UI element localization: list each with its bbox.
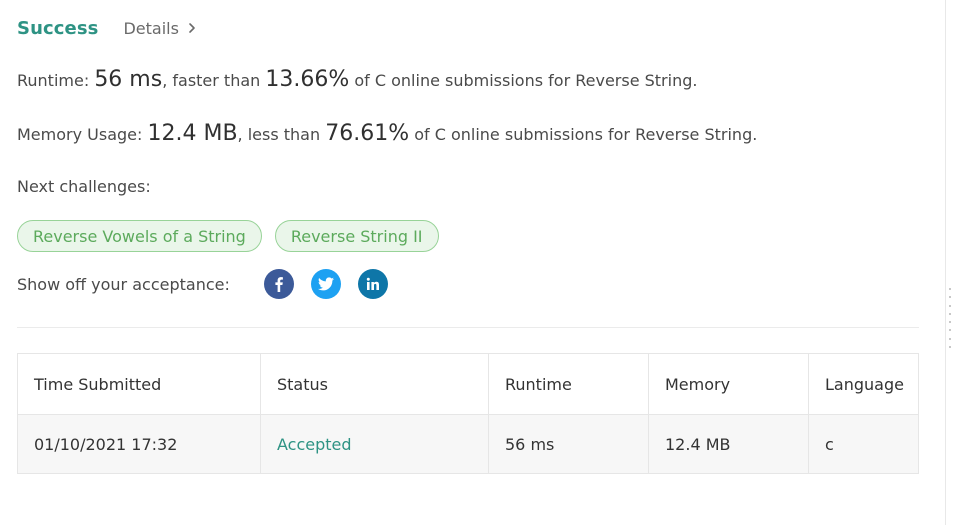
next-challenges-label: Next challenges: bbox=[17, 177, 151, 196]
submissions-table: Time Submitted Status Runtime Memory Lan… bbox=[17, 353, 919, 474]
submission-result-panel: Success Details Runtime: 56 ms, faster t… bbox=[0, 0, 955, 525]
twitter-share-button[interactable] bbox=[310, 269, 341, 299]
cell-runtime: 56 ms bbox=[489, 415, 649, 473]
memory-percent: 76.61% bbox=[325, 121, 410, 146]
twitter-icon bbox=[317, 277, 334, 291]
cell-language: c bbox=[825, 434, 834, 454]
header-status: Status bbox=[261, 354, 489, 414]
result-header: Success Details bbox=[17, 15, 197, 41]
header-runtime: Runtime bbox=[489, 354, 649, 414]
runtime-value: 56 ms bbox=[94, 67, 163, 92]
runtime-prefix: Runtime: bbox=[17, 71, 95, 90]
header-memory: Memory bbox=[649, 354, 809, 414]
memory-stat: Memory Usage: 12.4 MB, less than 76.61% … bbox=[17, 121, 757, 146]
runtime-mid: , faster than bbox=[162, 71, 266, 90]
table-header-row: Time Submitted Status Runtime Memory Lan… bbox=[18, 354, 918, 415]
cell-memory: 12.4 MB bbox=[649, 415, 809, 473]
status-title: Success bbox=[17, 17, 99, 39]
resize-handle[interactable] bbox=[949, 288, 953, 348]
facebook-share-button[interactable] bbox=[263, 269, 294, 299]
details-link[interactable]: Details bbox=[123, 19, 196, 38]
header-time-submitted: Time Submitted bbox=[18, 354, 261, 414]
cell-time-submitted: 01/10/2021 17:32 bbox=[18, 415, 261, 473]
share-row: Show off your acceptance: bbox=[17, 268, 388, 300]
share-label: Show off your acceptance: bbox=[17, 274, 230, 294]
header-language: Language bbox=[825, 374, 904, 394]
memory-prefix: Memory Usage: bbox=[17, 125, 148, 144]
chevron-right-icon bbox=[189, 23, 195, 33]
memory-suffix: of C online submissions for Reverse Stri… bbox=[409, 125, 758, 144]
section-divider bbox=[17, 327, 919, 328]
cell-status: Accepted bbox=[261, 415, 489, 473]
facebook-icon bbox=[275, 277, 283, 292]
runtime-stat: Runtime: 56 ms, faster than 13.66% of C … bbox=[17, 67, 697, 92]
runtime-suffix: of C online submissions for Reverse Stri… bbox=[349, 71, 698, 90]
panel-divider bbox=[945, 0, 946, 525]
next-challenges-list: Reverse Vowels of a String Reverse Strin… bbox=[17, 220, 452, 252]
challenge-chip-reverse-vowels[interactable]: Reverse Vowels of a String bbox=[17, 220, 262, 252]
challenge-chip-reverse-string-ii[interactable]: Reverse String II bbox=[274, 220, 439, 252]
linkedin-icon bbox=[366, 277, 379, 290]
linkedin-share-button[interactable] bbox=[357, 269, 388, 299]
table-row: 01/10/2021 17:32 Accepted 56 ms 12.4 MB … bbox=[18, 415, 918, 473]
memory-mid: , less than bbox=[237, 125, 326, 144]
details-label: Details bbox=[123, 18, 179, 38]
memory-value: 12.4 MB bbox=[147, 121, 238, 146]
accepted-link[interactable]: Accepted bbox=[277, 435, 352, 454]
runtime-percent: 13.66% bbox=[265, 67, 350, 92]
